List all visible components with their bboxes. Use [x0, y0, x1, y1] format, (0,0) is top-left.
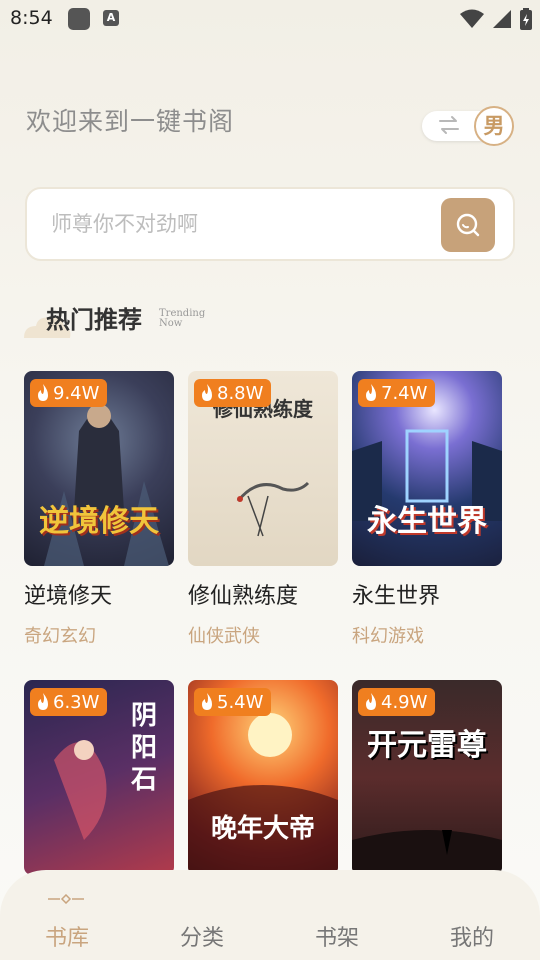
heat-value: 8.8W: [217, 382, 264, 404]
book-card[interactable]: 晚年大帝 5.4W: [188, 680, 338, 875]
book-category: 科幻游戏: [352, 626, 424, 647]
book-card[interactable]: 修仙熟练度 8.8W 修仙熟练度 仙侠武侠: [188, 371, 338, 648]
section-title: 热门推荐: [46, 305, 142, 334]
heat-value: 9.4W: [53, 382, 100, 404]
bottom-tab-bar: 书库 分类 书架 我的: [0, 870, 540, 960]
fire-icon: [366, 384, 376, 401]
tab-bookshelf[interactable]: 书架: [287, 920, 387, 952]
section-subtitle: Trending Now: [159, 308, 206, 329]
cover-title: 逆境修天: [39, 504, 159, 539]
book-category: 奇幻玄幻: [24, 626, 96, 647]
book-card[interactable]: 永生世界 7.4W 永生世界 科幻游戏: [352, 371, 502, 648]
a-app-icon: A: [103, 10, 119, 26]
battery-icon: [520, 8, 532, 30]
fire-icon: [202, 693, 212, 710]
book-cover[interactable]: 晚年大帝 5.4W: [188, 680, 338, 875]
fire-icon: [38, 693, 48, 710]
cover-title: 永生世界: [367, 504, 487, 539]
wifi-icon: [460, 9, 484, 28]
book-cover[interactable]: 开元雷尊 4.9W: [352, 680, 502, 875]
book-card[interactable]: 开元雷尊 4.9W: [352, 680, 502, 875]
signal-icon: [493, 10, 511, 28]
search-input[interactable]: [51, 205, 431, 243]
search-bar: [25, 187, 515, 261]
book-cover[interactable]: 阴阳石 6.3W: [24, 680, 174, 875]
fire-icon: [38, 384, 48, 401]
book-cover[interactable]: 逆境修天 9.4W: [24, 371, 174, 566]
square-app-icon: [68, 8, 90, 30]
heat-badge: 9.4W: [30, 379, 108, 407]
heat-badge: 7.4W: [358, 379, 436, 407]
swap-arrows-icon: [439, 116, 459, 134]
search-button[interactable]: [441, 198, 495, 252]
book-cover[interactable]: 修仙熟练度 8.8W: [188, 371, 338, 566]
book-title[interactable]: 逆境修天: [24, 578, 174, 610]
gender-toggle[interactable]: 男: [422, 106, 514, 146]
book-card[interactable]: 逆境修天 9.4W 逆境修天 奇幻玄幻: [24, 371, 174, 648]
status-time: 8:54: [10, 7, 53, 29]
book-category: 仙侠武侠: [188, 626, 260, 647]
search-icon: [456, 213, 480, 237]
book-title[interactable]: 永生世界: [352, 578, 502, 610]
welcome-title: 欢迎来到一键书阁: [26, 107, 235, 136]
heat-value: 7.4W: [381, 382, 428, 404]
active-tab-indicator-icon: [48, 894, 84, 904]
book-title[interactable]: 修仙熟练度: [188, 578, 338, 610]
book-cover[interactable]: 永生世界 7.4W: [352, 371, 502, 566]
status-bar: 8:54 A: [0, 0, 540, 38]
heat-badge: 8.8W: [194, 379, 272, 407]
tab-library[interactable]: 书库: [17, 920, 117, 952]
heat-value: 4.9W: [381, 691, 428, 713]
heat-badge: 5.4W: [194, 688, 272, 716]
cover-title: 晚年大帝: [210, 814, 315, 844]
tab-category[interactable]: 分类: [152, 920, 252, 952]
cover-title: 开元雷尊: [367, 728, 487, 763]
gender-badge[interactable]: 男: [474, 106, 514, 146]
book-card[interactable]: 阴阳石 6.3W: [24, 680, 174, 875]
heat-value: 6.3W: [53, 691, 100, 713]
heat-badge: 4.9W: [358, 688, 436, 716]
heat-badge: 6.3W: [30, 688, 108, 716]
cover-title: 阴阳石: [130, 701, 157, 795]
tab-mine[interactable]: 我的: [422, 920, 522, 952]
system-icons: [460, 8, 532, 30]
section-header: 热门推荐 Trending Now: [22, 300, 262, 344]
fire-icon: [202, 384, 212, 401]
heat-value: 5.4W: [217, 691, 264, 713]
fire-icon: [366, 693, 376, 710]
